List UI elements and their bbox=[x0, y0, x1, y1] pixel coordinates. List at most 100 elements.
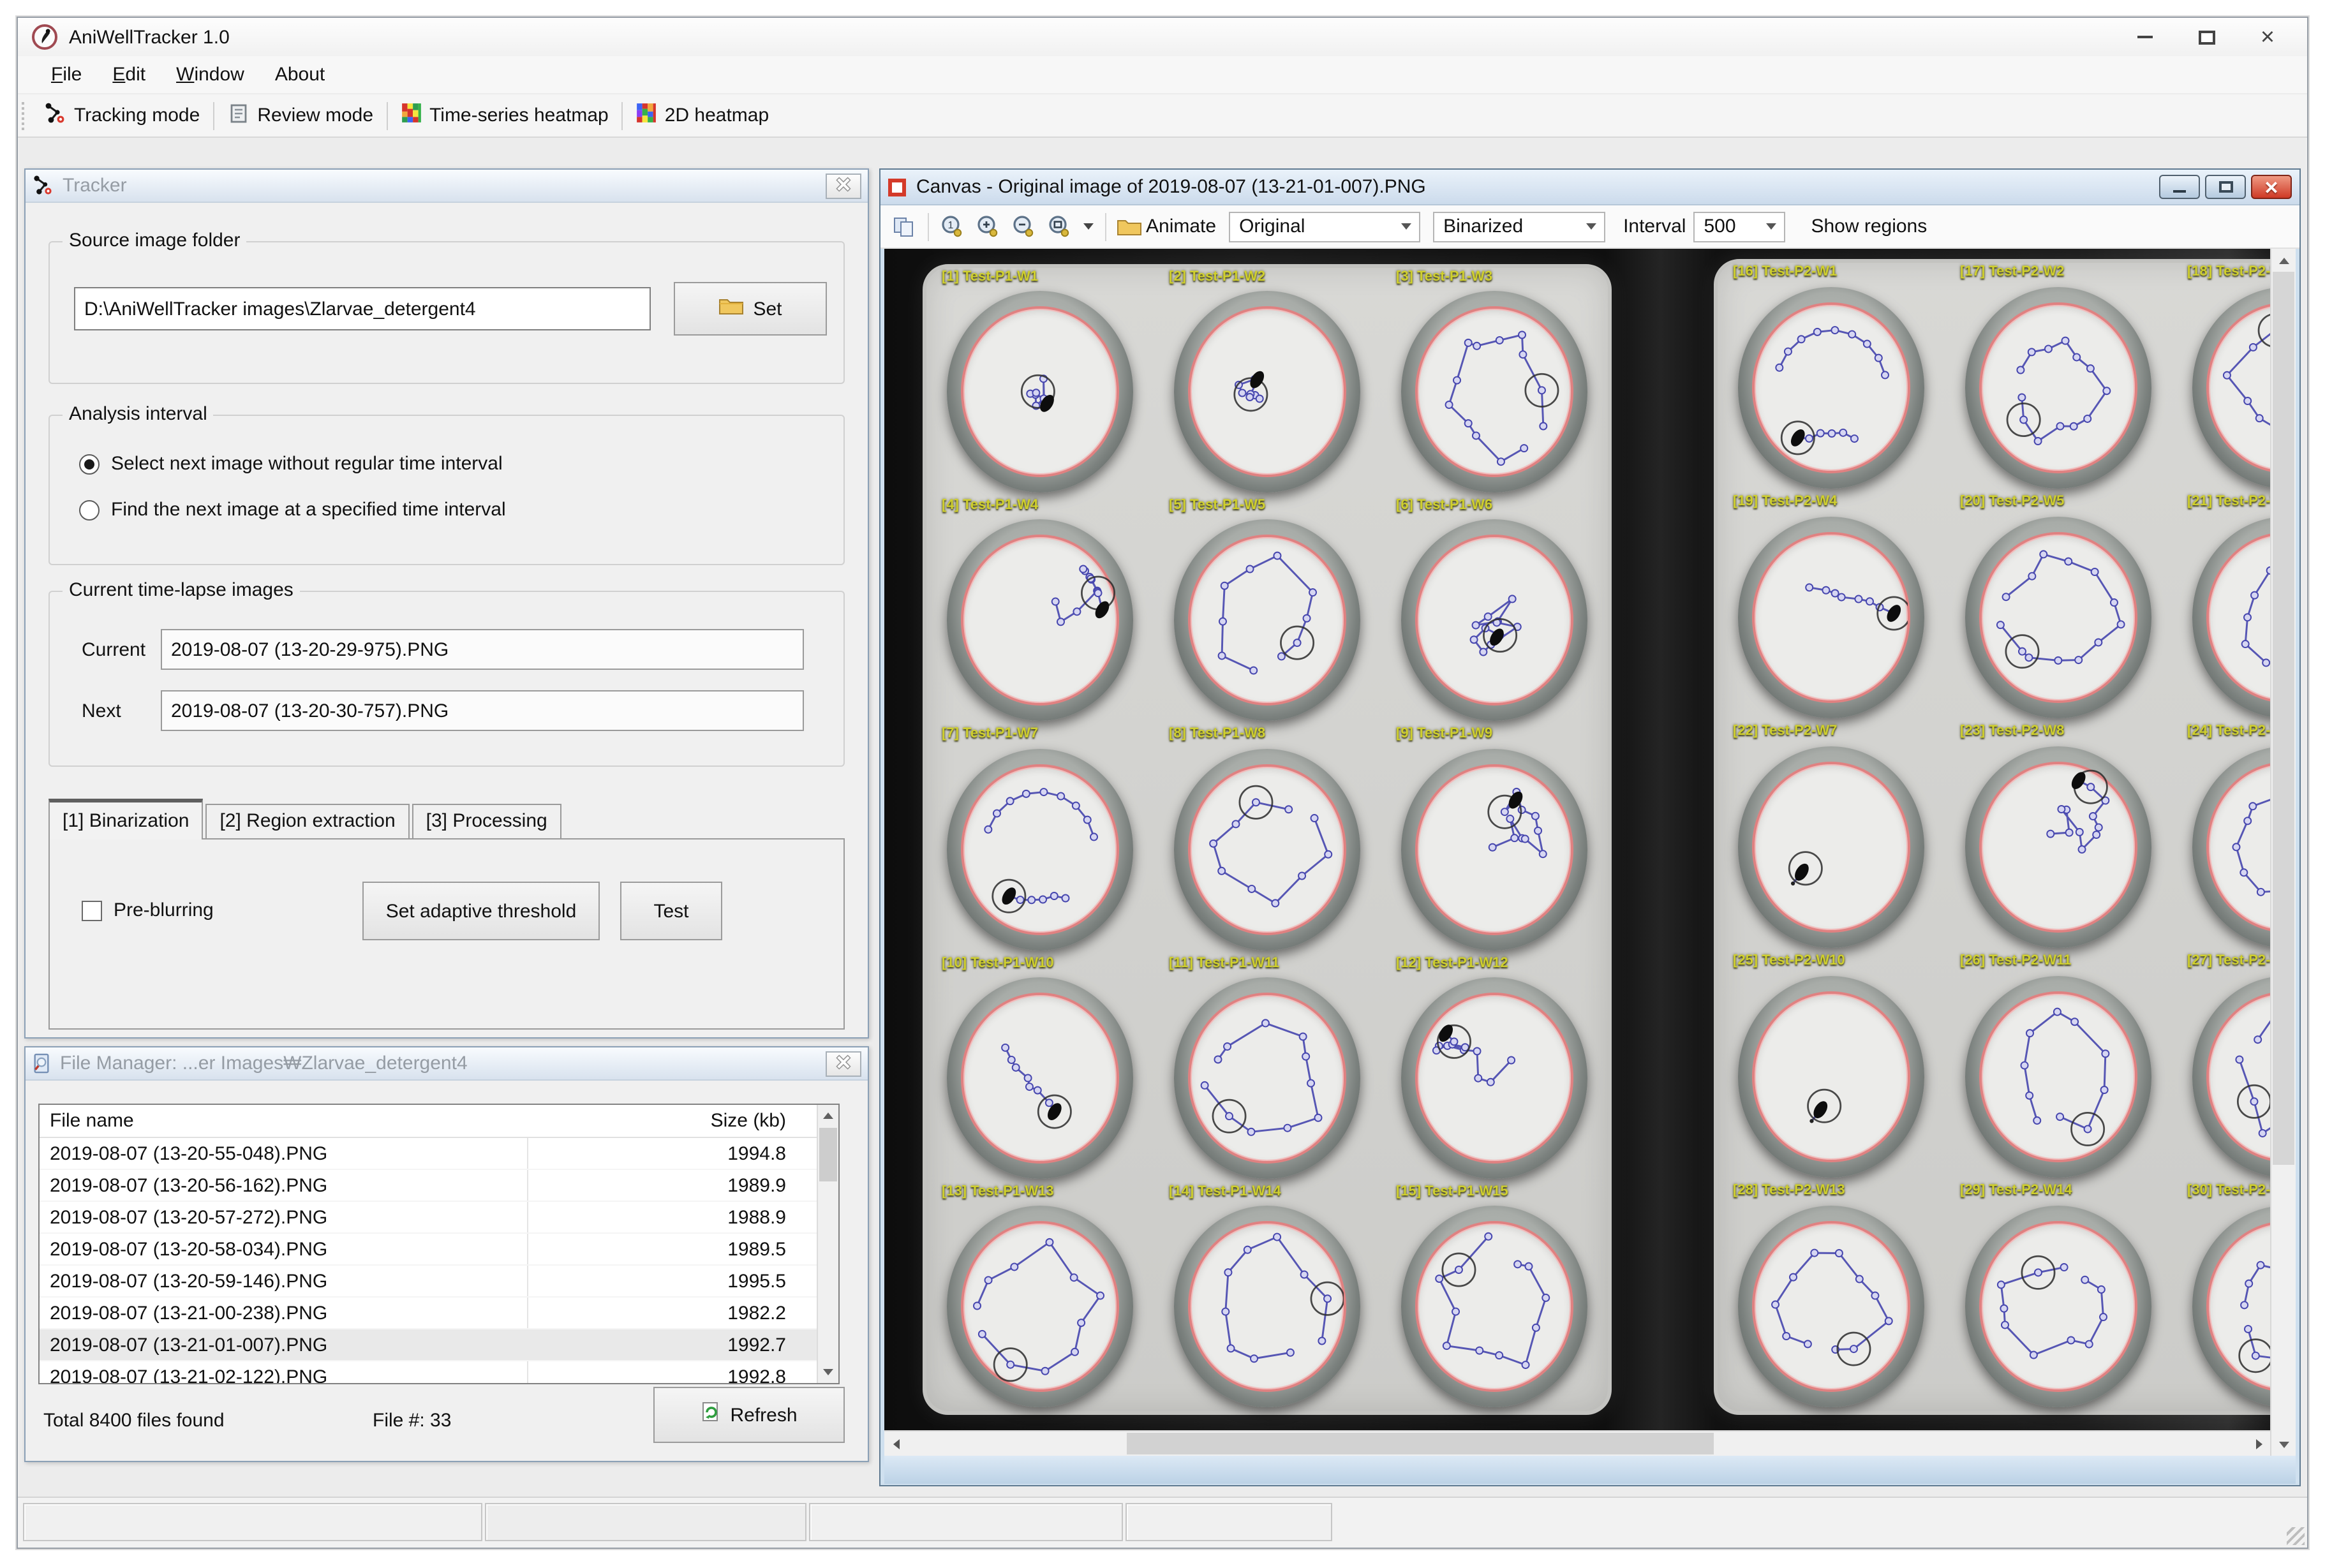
source-folder-input[interactable]: D:\AniWellTracker images\Zlarvae_deterge… bbox=[74, 287, 651, 330]
resize-grip[interactable] bbox=[2287, 1527, 2305, 1545]
table-row[interactable]: 2019-08-07 (13-20-57-272).PNG1988.9 bbox=[40, 1202, 817, 1234]
minimize-button[interactable] bbox=[2128, 24, 2162, 50]
well[interactable] bbox=[1965, 1206, 2151, 1407]
well[interactable] bbox=[2192, 1206, 2270, 1407]
well[interactable] bbox=[947, 291, 1133, 492]
well[interactable] bbox=[1965, 517, 2151, 718]
refresh-button[interactable]: Refresh bbox=[653, 1387, 845, 1443]
well[interactable] bbox=[2192, 976, 2270, 1178]
menu-edit[interactable]: Edit bbox=[97, 59, 161, 91]
animate-label[interactable]: Animate bbox=[1146, 216, 1216, 237]
view-combo-binarized[interactable]: Binarized bbox=[1433, 211, 1605, 242]
close-button[interactable]: × bbox=[2251, 24, 2284, 50]
show-regions-label[interactable]: Show regions bbox=[1811, 216, 1927, 237]
preblur-row[interactable]: Pre-blurring bbox=[82, 899, 214, 921]
scroll-right-icon[interactable] bbox=[2247, 1431, 2270, 1456]
well[interactable] bbox=[1401, 748, 1587, 950]
set-folder-button[interactable]: Set bbox=[674, 282, 827, 336]
toolbar-tracking-mode[interactable]: Tracking mode bbox=[33, 98, 210, 133]
file-manager-close-icon[interactable]: ✕ bbox=[826, 1051, 861, 1076]
well[interactable] bbox=[1738, 1206, 1924, 1407]
well[interactable] bbox=[1738, 746, 1924, 948]
tab-binarization[interactable]: [1] Binarization bbox=[48, 799, 203, 839]
tab-region-extraction[interactable]: [2] Region extraction bbox=[205, 804, 409, 839]
canvas-maximize-button[interactable] bbox=[2205, 175, 2246, 199]
well[interactable] bbox=[947, 748, 1133, 950]
set-adaptive-threshold-button[interactable]: Set adaptive threshold bbox=[362, 882, 600, 940]
file-list[interactable]: File name Size (kb) 2019-08-07 (13-20-55… bbox=[38, 1104, 840, 1384]
well[interactable] bbox=[1174, 977, 1360, 1179]
file-list-scrollbar[interactable] bbox=[817, 1105, 838, 1383]
tab-processing[interactable]: [3] Processing bbox=[412, 804, 561, 839]
well[interactable] bbox=[1401, 520, 1587, 721]
menu-file[interactable]: File bbox=[36, 59, 97, 91]
well[interactable] bbox=[1174, 1206, 1360, 1407]
toolbar-grip[interactable] bbox=[22, 101, 28, 129]
zoom-in-icon[interactable] bbox=[971, 211, 1007, 242]
table-row[interactable]: 2019-08-07 (13-21-01-007).PNG1992.7 bbox=[40, 1329, 817, 1361]
column-size[interactable]: Size (kb) bbox=[711, 1110, 817, 1132]
well[interactable] bbox=[2192, 517, 2270, 718]
well[interactable] bbox=[1965, 287, 2151, 489]
table-row[interactable]: 2019-08-07 (13-20-56-162).PNG1989.9 bbox=[40, 1170, 817, 1202]
vertical-scroll-thumb[interactable] bbox=[2273, 272, 2294, 1165]
toolbar-2d-heatmap[interactable]: 2D heatmap bbox=[625, 98, 779, 133]
test-button[interactable]: Test bbox=[620, 882, 722, 940]
maximize-button[interactable] bbox=[2190, 24, 2223, 50]
scroll-down-icon[interactable] bbox=[818, 1361, 838, 1383]
radio-no-interval[interactable]: Select next image without regular time i… bbox=[79, 453, 503, 475]
well[interactable] bbox=[1401, 977, 1587, 1179]
toolbar-time-series-heatmap[interactable]: Time-series heatmap bbox=[390, 98, 619, 133]
animate-folder-icon[interactable] bbox=[1113, 214, 1146, 239]
table-row[interactable]: 2019-08-07 (13-20-59-146).PNG1995.5 bbox=[40, 1266, 817, 1298]
well[interactable] bbox=[1174, 748, 1360, 950]
table-row[interactable]: 2019-08-07 (13-21-02-122).PNG1992.8 bbox=[40, 1361, 817, 1383]
menu-window[interactable]: Window bbox=[161, 59, 260, 91]
zoom-out-icon[interactable] bbox=[1007, 211, 1043, 242]
canvas-title-bar[interactable]: Canvas - Original image of 2019-08-07 (1… bbox=[880, 170, 2299, 205]
well[interactable] bbox=[1965, 746, 2151, 948]
zoom-fit-icon[interactable] bbox=[1043, 211, 1078, 242]
well[interactable] bbox=[1401, 1206, 1587, 1407]
tracker-title-bar[interactable]: Tracker ✕ bbox=[26, 170, 868, 203]
table-row[interactable]: 2019-08-07 (13-20-58-034).PNG1989.5 bbox=[40, 1234, 817, 1266]
canvas-vertical-scrollbar[interactable] bbox=[2270, 249, 2296, 1456]
radio-specified-interval[interactable]: Find the next image at a specified time … bbox=[79, 499, 506, 521]
zoom-menu-arrow-icon[interactable] bbox=[1083, 223, 1094, 230]
horizontal-scroll-thumb[interactable] bbox=[1127, 1433, 1714, 1454]
toolbar-review-mode[interactable]: Review mode bbox=[216, 98, 383, 133]
canvas-close-button[interactable]: ✕ bbox=[2251, 175, 2292, 199]
scroll-thumb[interactable] bbox=[819, 1128, 837, 1181]
well[interactable] bbox=[1738, 517, 1924, 718]
scroll-up-icon[interactable] bbox=[818, 1105, 838, 1127]
preblur-checkbox[interactable] bbox=[82, 900, 102, 921]
zoom-actual-icon[interactable]: 1 bbox=[935, 211, 971, 242]
well[interactable] bbox=[1965, 976, 2151, 1178]
radio-specified-interval-circle[interactable] bbox=[79, 499, 100, 520]
well[interactable] bbox=[1738, 976, 1924, 1178]
radio-no-interval-circle[interactable] bbox=[79, 454, 100, 474]
well[interactable] bbox=[947, 977, 1133, 1179]
well[interactable] bbox=[1738, 287, 1924, 489]
well[interactable] bbox=[2192, 746, 2270, 948]
file-manager-title-bar[interactable]: File Manager: ...er Images₩Zlarvae_deter… bbox=[26, 1047, 868, 1081]
tracker-close-icon[interactable]: ✕ bbox=[826, 173, 861, 198]
scroll-up-icon[interactable] bbox=[2271, 249, 2296, 272]
table-row[interactable]: 2019-08-07 (13-21-00-238).PNG1982.2 bbox=[40, 1298, 817, 1329]
view-combo-original[interactable]: Original bbox=[1229, 211, 1420, 242]
well[interactable] bbox=[1174, 520, 1360, 721]
scroll-left-icon[interactable] bbox=[884, 1431, 907, 1456]
well[interactable] bbox=[2192, 287, 2270, 489]
column-file-name[interactable]: File name bbox=[40, 1110, 134, 1132]
menu-about[interactable]: About bbox=[260, 59, 340, 91]
well[interactable] bbox=[947, 520, 1133, 721]
canvas-minimize-button[interactable] bbox=[2159, 175, 2200, 199]
canvas-image-view[interactable]: [1] Test-P1-W1[2] Test-P1-W2[3] Test-P1-… bbox=[884, 249, 2270, 1430]
scroll-down-icon[interactable] bbox=[2271, 1433, 2296, 1456]
well[interactable] bbox=[1174, 291, 1360, 492]
interval-combo[interactable]: 500 bbox=[1693, 211, 1785, 242]
well[interactable] bbox=[1401, 291, 1587, 492]
canvas-horizontal-scrollbar[interactable] bbox=[884, 1430, 2270, 1456]
well[interactable] bbox=[947, 1206, 1133, 1407]
table-row[interactable]: 2019-08-07 (13-20-55-048).PNG1994.8 bbox=[40, 1138, 817, 1170]
